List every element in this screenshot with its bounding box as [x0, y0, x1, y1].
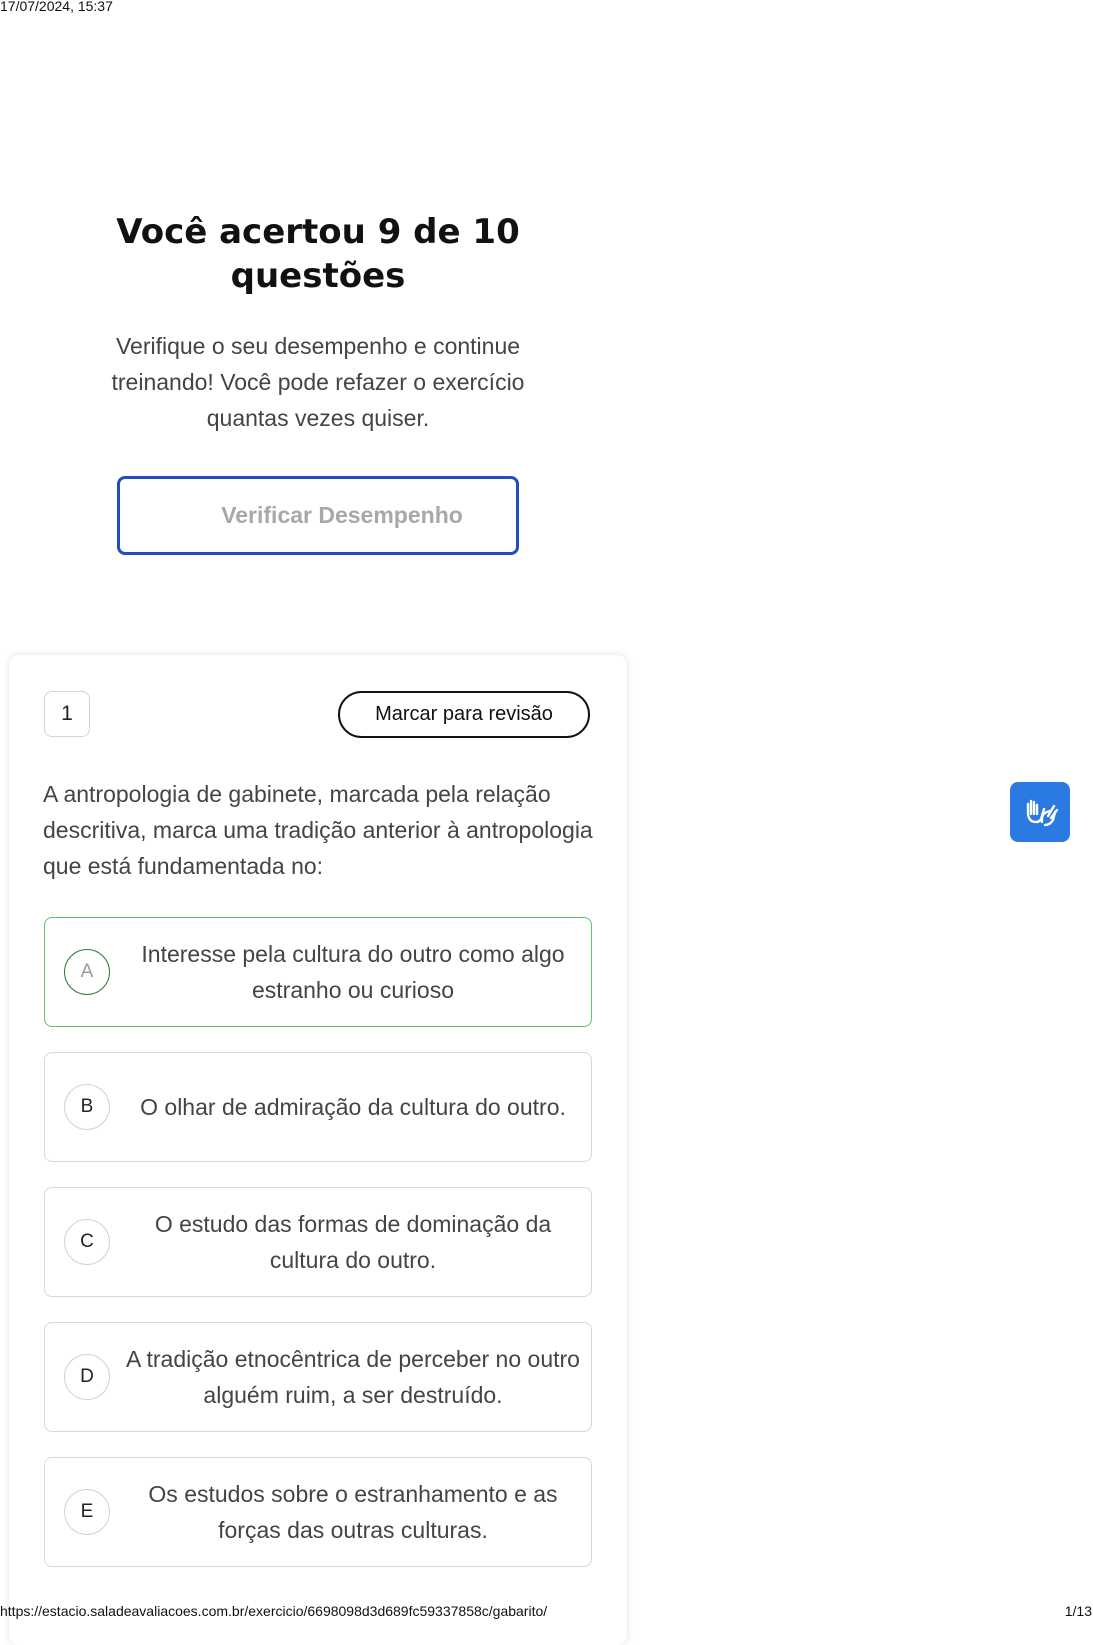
option-letter: B: [64, 1084, 110, 1130]
question-text: A antropologia de gabinete, marcada pela…: [43, 781, 593, 879]
sign-language-button[interactable]: [1010, 782, 1070, 842]
option-c[interactable]: C O estudo das formas de dominação da cu…: [44, 1187, 592, 1297]
question-number: 1: [44, 691, 90, 737]
option-b[interactable]: B O olhar de admiração da cultura do out…: [44, 1052, 592, 1162]
option-letter: D: [64, 1354, 110, 1400]
result-subtitle: Verifique o seu desempenho e continue tr…: [111, 333, 525, 431]
result-title: Você acertou 9 de 10 questões: [116, 212, 520, 296]
option-text: O olhar de admiração da cultura do outro…: [140, 1094, 566, 1120]
option-letter: E: [64, 1489, 110, 1535]
option-text: A tradição etnocêntrica de perceber no o…: [126, 1346, 580, 1408]
print-timestamp: 17/07/2024, 15:37: [0, 0, 113, 14]
option-letter: A: [64, 949, 110, 995]
option-d[interactable]: D A tradição etnocêntrica de perceber no…: [44, 1322, 592, 1432]
print-url: https://estacio.saladeavaliacoes.com.br/…: [0, 1603, 548, 1619]
option-a[interactable]: A Interesse pela cultura do outro como a…: [44, 917, 592, 1027]
mark-for-review-button[interactable]: Marcar para revisão: [338, 691, 590, 738]
verify-performance-button[interactable]: Verificar Desempenho: [117, 476, 519, 555]
result-summary: Você acertou 9 de 10 questões Verifique …: [40, 210, 596, 436]
option-e[interactable]: E Os estudos sobre o estranhamento e as …: [44, 1457, 592, 1567]
sign-language-icon: [1026, 799, 1059, 827]
option-text: Os estudos sobre o estranhamento e as fo…: [148, 1481, 558, 1543]
print-page-number: 1/13: [1064, 1603, 1092, 1619]
option-text: O estudo das formas de dominação da cult…: [154, 1211, 552, 1273]
option-text: Interesse pela cultura do outro como alg…: [141, 941, 565, 1003]
question-card: 1 Marcar para revisão A antropologia de …: [9, 655, 627, 1645]
option-letter: C: [64, 1219, 110, 1265]
